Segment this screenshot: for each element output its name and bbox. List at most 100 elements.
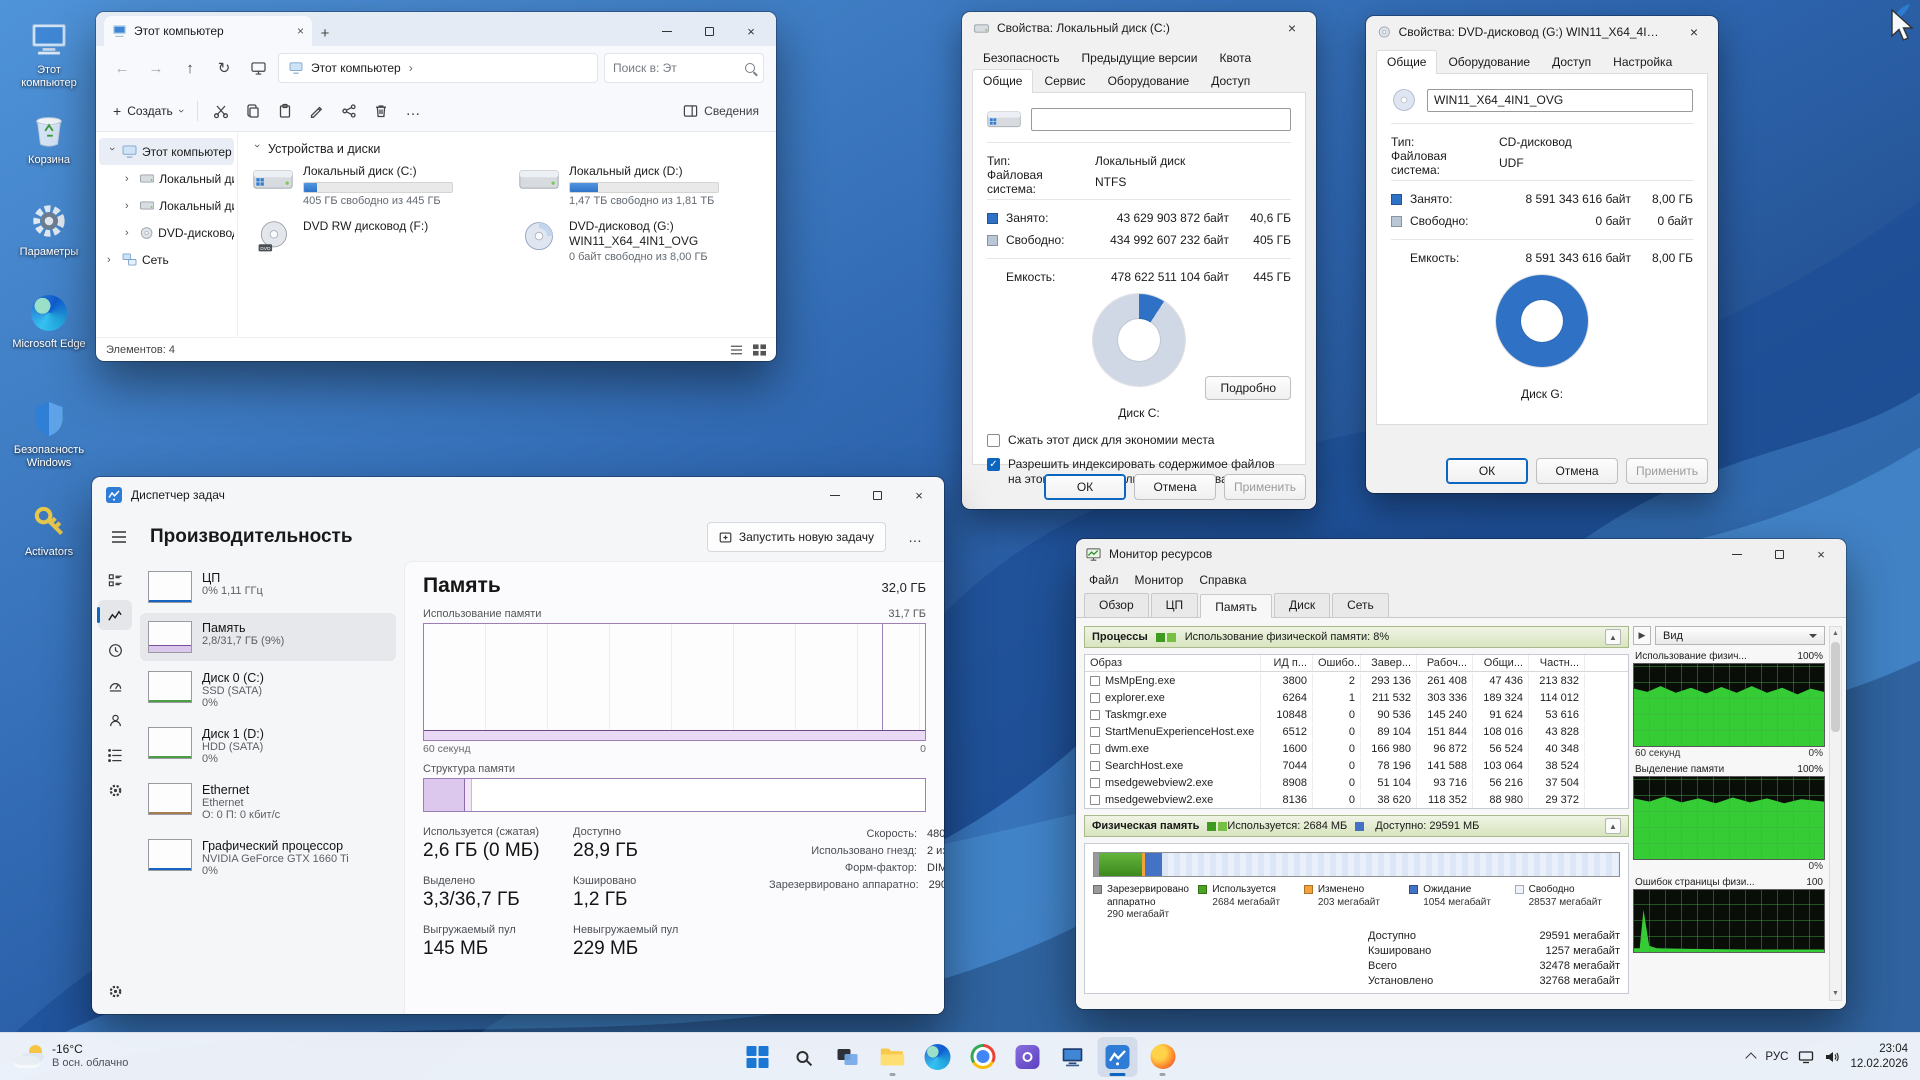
process-checkbox[interactable]	[1090, 761, 1100, 771]
tab-network[interactable]: Сеть	[1332, 593, 1389, 617]
my-computer-button[interactable]	[1053, 1037, 1093, 1077]
tab-hardware[interactable]: Оборудование	[1437, 50, 1541, 73]
tab-general[interactable]: Общие	[1376, 50, 1437, 74]
clock[interactable]: 23:04 12.02.2026	[1850, 1042, 1908, 1072]
nav-details[interactable]	[98, 740, 132, 770]
tab-cpu[interactable]: ЦП	[1151, 593, 1199, 617]
task-manager-button[interactable]	[1098, 1037, 1138, 1077]
details-pane-button[interactable]: Сведения	[676, 95, 766, 127]
drive-tile-c[interactable]: Локальный диск (C:) 405 ГБ свободно из 4…	[252, 164, 502, 207]
column-hard-faults[interactable]: Ошибо...	[1313, 655, 1361, 671]
process-checkbox[interactable]	[1090, 795, 1100, 805]
rename-button[interactable]	[302, 95, 332, 127]
perf-card-ethernet[interactable]: EthernetEthernetО: 0 П: 0 кбит/с	[140, 775, 396, 829]
perf-card-disk0[interactable]: Диск 0 (C:)SSD (SATA)0%	[140, 663, 396, 717]
checkbox-unchecked[interactable]	[987, 434, 1000, 447]
vertical-scrollbar[interactable]: ▲ ▼	[1829, 626, 1842, 1001]
tab-memory[interactable]: Память	[1200, 594, 1272, 618]
new-button[interactable]: + Создать ›	[106, 95, 189, 127]
back-button[interactable]: ←	[108, 54, 136, 82]
tab-overview[interactable]: Обзор	[1084, 593, 1149, 617]
tab-sharing[interactable]: Доступ	[1200, 69, 1261, 92]
close-button[interactable]: ×	[898, 480, 940, 510]
maximize-button[interactable]	[688, 16, 730, 46]
up-button[interactable]: ↑	[176, 54, 204, 82]
nav-app-history[interactable]	[98, 635, 132, 665]
new-tab-button[interactable]: +	[312, 20, 338, 46]
more-options-button[interactable]: …	[900, 522, 930, 552]
tree-item-drive-d[interactable]: › Локальный ди	[99, 192, 234, 219]
scroll-down-icon[interactable]: ▼	[1832, 987, 1839, 1000]
volume-label-input[interactable]	[1427, 89, 1693, 112]
explorer-tab[interactable]: Этот компьютер ×	[104, 16, 312, 46]
column-image[interactable]: Образ	[1085, 655, 1261, 671]
scrollbar-thumb[interactable]	[1831, 642, 1840, 732]
tab-general[interactable]: Общие	[972, 69, 1033, 93]
volume-icon[interactable]	[1824, 1050, 1840, 1064]
column-shareable[interactable]: Общи...	[1473, 655, 1529, 671]
menu-file[interactable]: Файл	[1082, 571, 1126, 589]
desktop-icon-settings[interactable]: Параметры	[10, 200, 88, 259]
tab-hardware[interactable]: Оборудование	[1097, 69, 1201, 92]
nav-services[interactable]	[98, 775, 132, 805]
edge-button[interactable]	[918, 1037, 958, 1077]
firefox-button[interactable]	[1143, 1037, 1183, 1077]
chevron-icon[interactable]: ›	[106, 147, 118, 157]
nav-users[interactable]	[98, 705, 132, 735]
drive-tile-g[interactable]: DVD-дисковод (G:) WIN11_X64_4IN1_OVG 0 б…	[518, 219, 768, 263]
menu-monitor[interactable]: Монитор	[1128, 571, 1191, 589]
process-checkbox[interactable]	[1090, 676, 1100, 686]
apply-button[interactable]: Применить	[1224, 474, 1306, 500]
tab-security[interactable]: Безопасность	[972, 46, 1071, 69]
tab-tools[interactable]: Сервис	[1033, 69, 1096, 92]
details-button[interactable]: Подробно	[1205, 376, 1291, 400]
cancel-button[interactable]: Отмена	[1536, 458, 1618, 484]
view-dropdown[interactable]: Вид	[1655, 626, 1825, 645]
delete-button[interactable]	[366, 95, 396, 127]
collapse-panel-icon[interactable]: ▶	[1633, 626, 1651, 645]
breadcrumb[interactable]: Этот компьютер ›	[278, 53, 598, 83]
perf-card-gpu[interactable]: Графический процессорNVIDIA GeForce GTX …	[140, 831, 396, 885]
tiles-view-icon[interactable]	[753, 344, 766, 356]
tab-sharing[interactable]: Доступ	[1541, 50, 1602, 73]
column-commit[interactable]: Завер...	[1361, 655, 1417, 671]
tab-customize[interactable]: Настройка	[1602, 50, 1683, 73]
close-icon[interactable]: ×	[1272, 15, 1312, 41]
minimize-button[interactable]	[814, 480, 856, 510]
perf-card-cpu[interactable]: ЦП0% 1,11 ГГц	[140, 563, 396, 611]
process-checkbox[interactable]	[1090, 778, 1100, 788]
minimize-button[interactable]	[646, 16, 688, 46]
ok-button[interactable]: ОК	[1044, 474, 1126, 500]
close-button[interactable]: ×	[730, 16, 772, 46]
menu-icon[interactable]	[102, 520, 136, 554]
tree-item-this-pc[interactable]: › Этот компьютер	[99, 138, 234, 165]
minimize-button[interactable]	[1716, 542, 1758, 566]
process-row[interactable]: msedgewebview2.exe 8908 0 51 104 93 716 …	[1085, 774, 1628, 791]
process-checkbox[interactable]	[1090, 744, 1100, 754]
chevron-icon[interactable]: ›	[107, 254, 117, 266]
section-header[interactable]: › Устройства и диски	[252, 142, 762, 156]
search-input[interactable]: Поиск в: Эт	[604, 53, 764, 83]
search-button[interactable]	[783, 1037, 823, 1077]
process-row[interactable]: StartMenuExperienceHost.exe 6512 0 89 10…	[1085, 723, 1628, 740]
process-checkbox[interactable]	[1090, 693, 1100, 703]
weather-widget[interactable]: -16°C В осн. облачно	[0, 1033, 142, 1080]
copy-button[interactable]	[238, 95, 268, 127]
drive-tile-d[interactable]: Локальный диск (D:) 1,47 ТБ свободно из …	[518, 164, 768, 207]
file-explorer-button[interactable]	[873, 1037, 913, 1077]
nav-processes[interactable]	[98, 565, 132, 595]
chevron-icon[interactable]: ›	[125, 200, 135, 212]
column-private[interactable]: Частн...	[1529, 655, 1585, 671]
volume-label-input[interactable]	[1031, 108, 1291, 131]
tree-item-dvd[interactable]: › DVD-дисковод	[99, 219, 234, 246]
share-button[interactable]	[334, 95, 364, 127]
collapse-chevron-icon[interactable]: ▲	[1605, 818, 1621, 834]
apply-button[interactable]: Применить	[1626, 458, 1708, 484]
app-violet-button[interactable]	[1008, 1037, 1048, 1077]
perf-card-disk1[interactable]: Диск 1 (D:)HDD (SATA)0%	[140, 719, 396, 773]
process-row[interactable]: MsMpEng.exe 3800 2 293 136 261 408 47 43…	[1085, 672, 1628, 689]
desktop-icon-windows-security[interactable]: Безопасность Windows	[10, 398, 88, 470]
refresh-button[interactable]: ↻	[210, 54, 238, 82]
more-options-button[interactable]: …	[398, 95, 428, 127]
close-button[interactable]: ×	[1800, 542, 1842, 566]
